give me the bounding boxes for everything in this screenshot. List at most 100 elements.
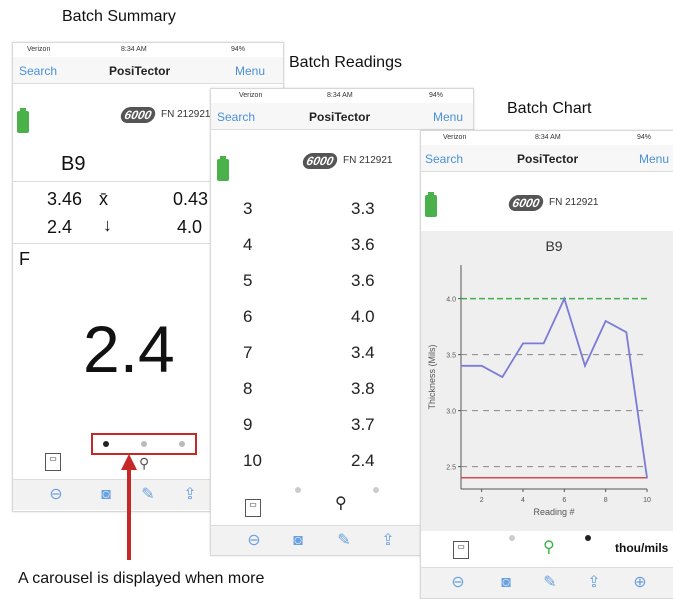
data-point <box>604 320 607 322</box>
data-point <box>501 376 504 378</box>
save-icon[interactable]: ▭ <box>453 541 469 559</box>
menu-link[interactable]: Menu <box>639 152 669 166</box>
search-link[interactable]: Search <box>425 152 463 166</box>
logo-6000: 6000 <box>507 195 545 211</box>
min-arrow-icon: ↓ <box>103 215 112 235</box>
carrier-label: Verizon <box>239 92 263 99</box>
chart-area: B9 2.5 3.0 3.5 4.0 2 4 6 8 10 Reading # Thickness (… <box>421 231 673 531</box>
carousel-dot[interactable] <box>295 487 301 493</box>
app-title: PosiTector <box>109 64 171 78</box>
reading-value: 3.4 <box>351 343 375 362</box>
time-label: 8:34 AM <box>535 134 561 141</box>
minus-circle-icon[interactable]: ⊖ <box>47 486 65 504</box>
status-bar: Verizon 8:34 AM 94% <box>13 43 283 57</box>
chart-svg: B9 2.5 3.0 3.5 4.0 2 4 6 8 10 Reading # Thickness (… <box>427 238 651 517</box>
share-icon[interactable]: ⇪ <box>585 574 603 592</box>
reading-value: 4.0 <box>351 307 375 326</box>
data-point <box>460 365 462 367</box>
carrier-label: Verizon <box>27 46 51 53</box>
data-point <box>646 477 648 479</box>
save-icon[interactable]: ▭ <box>245 499 261 517</box>
probe-icon[interactable]: ⚲ <box>543 537 555 557</box>
search-link[interactable]: Search <box>19 64 57 78</box>
time-label: 8:34 AM <box>327 92 353 99</box>
units-label: thou/mils <box>615 541 669 555</box>
search-link[interactable]: Search <box>217 110 255 124</box>
logo-6000: 6000 <box>301 153 339 169</box>
reading-index: 3 <box>243 199 253 218</box>
reading-index: 9 <box>243 415 253 434</box>
data-point <box>522 342 524 345</box>
plus-circle-icon[interactable]: ⊕ <box>631 574 649 592</box>
x-axis-label: Reading # <box>533 507 574 517</box>
y-tick-label: 3.5 <box>446 353 456 360</box>
carousel-dot[interactable] <box>509 535 515 541</box>
probe-battery-icon <box>425 192 437 217</box>
caption-batch-readings: Batch Readings <box>289 54 402 71</box>
nav-bar: Search PosiTector Menu <box>421 145 673 172</box>
share-icon[interactable]: ⇪ <box>379 532 397 550</box>
annotation-arrow-shaft <box>127 468 131 560</box>
x-tick-label: 4 <box>521 497 525 504</box>
battery-label: 94% <box>231 46 246 53</box>
mean-value: 3.46 <box>47 189 83 209</box>
chart-title: B9 <box>545 238 562 254</box>
edit-icon[interactable]: ✎ <box>335 532 353 550</box>
reading-index: 4 <box>243 235 253 254</box>
caption-batch-summary: Batch Summary <box>62 8 176 25</box>
camera-icon[interactable]: ◙ <box>97 486 115 504</box>
app-title: PosiTector <box>309 110 371 124</box>
x-tick-label: 2 <box>480 497 484 504</box>
edit-icon[interactable]: ✎ <box>139 486 157 504</box>
camera-icon[interactable]: ◙ <box>289 532 307 550</box>
carousel-dot-active[interactable] <box>585 535 591 541</box>
menu-link[interactable]: Menu <box>235 64 265 78</box>
battery-label: 94% <box>429 92 444 99</box>
reading-index: 6 <box>243 307 253 326</box>
menu-link[interactable]: Menu <box>433 110 463 124</box>
minus-circle-icon[interactable]: ⊖ <box>449 574 467 592</box>
carousel-dot[interactable] <box>141 441 147 447</box>
stdev-value: 0.43 <box>173 189 209 209</box>
mean-icon: x̄ <box>99 189 108 209</box>
serial-number: FN 212921 <box>161 109 211 120</box>
carousel-dot[interactable] <box>373 487 379 493</box>
large-reading: 2.4 <box>83 312 175 386</box>
y-tick-label: 2.5 <box>446 465 456 472</box>
status-bar: Verizon 8:34 AM 94% <box>211 89 473 103</box>
bottom-toolbar: ⊖ ◙ ✎ ⇪ ⊕ <box>421 567 673 598</box>
reading-value: 3.6 <box>351 235 375 254</box>
annotation-arrow-head-icon <box>121 454 137 470</box>
data-point <box>584 365 586 367</box>
x-tick-label: 6 <box>562 497 566 504</box>
reading-index: 5 <box>243 271 253 290</box>
y-tick-label: 3.0 <box>446 409 456 416</box>
nav-bar: Search PosiTector Menu <box>13 57 283 84</box>
carousel-dot-active[interactable] <box>103 441 109 447</box>
time-label: 8:34 AM <box>121 46 147 53</box>
reading-index: 10 <box>243 451 262 470</box>
footnote-text: A carousel is displayed when more <box>18 570 265 587</box>
carousel-dot[interactable] <box>179 441 185 447</box>
caption-batch-chart: Batch Chart <box>507 100 592 117</box>
batch-name: B9 <box>61 153 86 175</box>
serial-number: FN 212921 <box>549 197 599 208</box>
probe-icon-active[interactable]: ⚲ <box>335 493 347 513</box>
reading-value: 3.8 <box>351 379 375 398</box>
share-icon[interactable]: ⇪ <box>181 486 199 504</box>
reading-index: 7 <box>243 343 253 362</box>
edit-icon[interactable]: ✎ <box>541 574 559 592</box>
reading-value: 2.4 <box>351 451 375 470</box>
reading-value: 3.7 <box>351 415 375 434</box>
probe-battery-icon <box>17 108 29 133</box>
battery-label: 94% <box>637 134 652 141</box>
status-bar: Verizon 8:34 AM 94% <box>421 131 673 145</box>
x-tick-label: 10 <box>643 497 651 504</box>
mode-label: F <box>19 249 30 269</box>
probe-icon[interactable]: ⚲ <box>139 455 149 472</box>
minus-circle-icon[interactable]: ⊖ <box>245 532 263 550</box>
app-title: PosiTector <box>517 152 579 166</box>
save-icon[interactable]: ▭ <box>45 453 61 471</box>
carrier-label: Verizon <box>443 134 467 141</box>
camera-icon[interactable]: ◙ <box>497 574 515 592</box>
